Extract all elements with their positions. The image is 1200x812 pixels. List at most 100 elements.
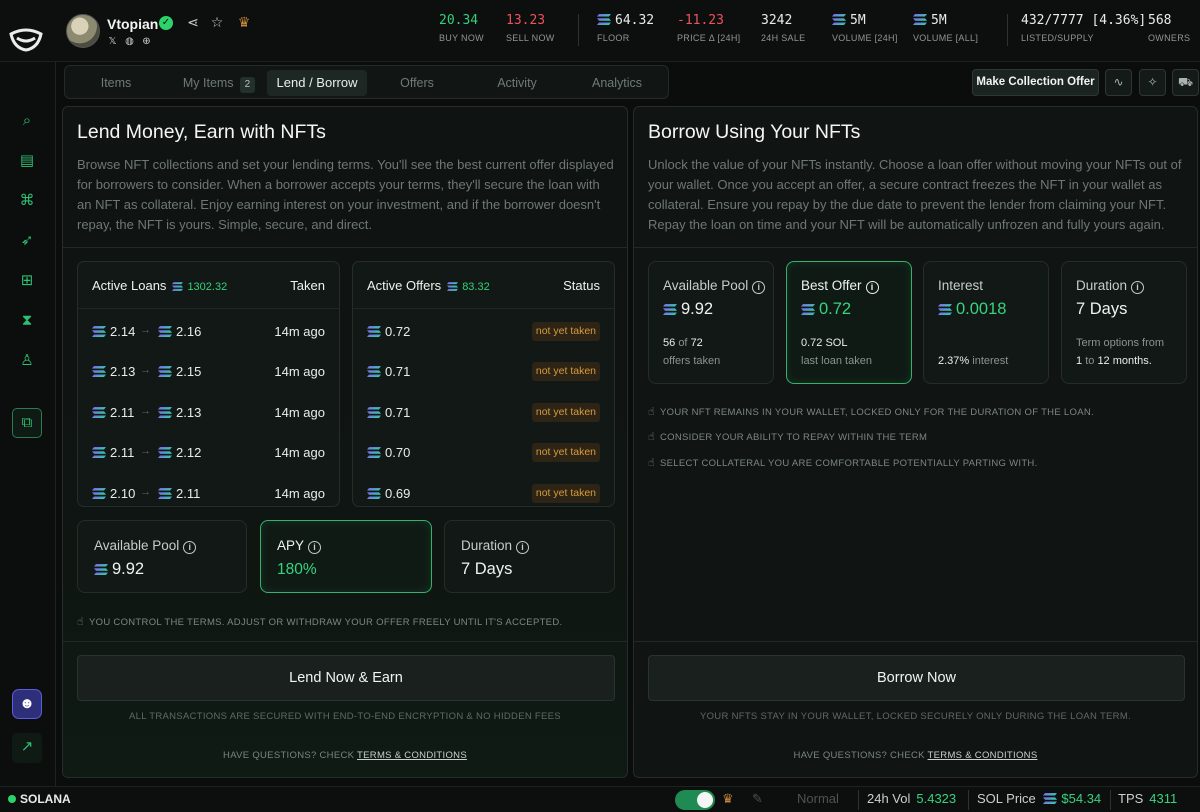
wallet-icon[interactable]: ▤: [16, 150, 38, 172]
gift-icon[interactable]: ⊞: [16, 270, 38, 292]
loan-row[interactable]: 2.11 → 2.12 14m ago: [92, 445, 325, 465]
divider: [63, 641, 627, 642]
apy-metric: APY i 180%: [260, 520, 432, 593]
lend-questions: HAVE QUESTIONS? CHECK TERMS & CONDITIONS: [223, 750, 467, 761]
verified-icon: ✓: [159, 16, 173, 30]
offer-row[interactable]: 0.71 not yet taken: [367, 362, 600, 384]
lend-borrow-nav-icon[interactable]: ⧉: [12, 408, 42, 438]
divider: [634, 247, 1197, 248]
star-icon[interactable]: ☆: [209, 14, 225, 30]
sol-icon: [913, 14, 927, 25]
stat-volume-all: 5M VOLUME [ALL]: [913, 13, 979, 43]
best-offer-metric[interactable]: Best Offer i 0.72 0.72 SOL last loan taken: [786, 261, 912, 384]
loan-row[interactable]: 2.10 → 2.11 14m ago: [92, 486, 325, 506]
stat-24h-sale: 3242 24H SALE: [761, 13, 806, 43]
network-indicator[interactable]: SOLANA: [8, 792, 71, 806]
stat-price-change: -11.23 PRICE Δ [24H]: [677, 13, 741, 43]
borrow-panel: Borrow Using Your NFTs Unlock the value …: [633, 106, 1198, 778]
hand-coin-icon: ☝: [648, 406, 655, 418]
borrow-now-button[interactable]: Borrow Now: [648, 655, 1185, 701]
sol-icon: [367, 488, 381, 499]
hourglass-icon[interactable]: ⧗: [16, 310, 38, 332]
available-pool-metric: Available Pool i 9.92: [77, 520, 247, 593]
sol-icon: [92, 447, 106, 458]
info-icon[interactable]: i: [865, 281, 879, 294]
borrow-questions: HAVE QUESTIONS? CHECK TERMS & CONDITIONS: [793, 750, 1038, 761]
info-icon[interactable]: i: [308, 541, 322, 554]
duration-metric: Duration i 7 Days: [444, 520, 615, 593]
offer-row[interactable]: 0.69 not yet taken: [367, 484, 600, 506]
arrow-right-icon: →: [140, 445, 151, 457]
lend-security-note: ALL TRANSACTIONS ARE SECURED WITH END-TO…: [129, 711, 561, 722]
stat-floor: 64.32 FLOOR: [597, 13, 655, 43]
loan-row[interactable]: 2.11 → 2.13 14m ago: [92, 405, 325, 425]
hand-coin-icon: ☝: [77, 616, 84, 628]
status-bar: SOLANA ♛ ✎ Normal 24h Vol 5.4323 SOL Pric…: [0, 786, 1200, 812]
arrow-up-right-icon[interactable]: ↗: [12, 733, 42, 763]
borrow-duration-metric: Duration i 7 Days Term options from 1 to 1…: [1061, 261, 1187, 384]
borrow-security-note: YOUR NFTS STAY IN YOUR WALLET, LOCKED SE…: [699, 711, 1132, 722]
info-icon[interactable]: i: [752, 281, 766, 294]
discord-icon[interactable]: ◍: [124, 36, 135, 47]
info-icon[interactable]: i: [1131, 281, 1145, 294]
sol-icon: [447, 282, 458, 291]
info-icon[interactable]: i: [516, 541, 530, 554]
twitter-icon[interactable]: 𝕏: [107, 36, 118, 47]
loan-row[interactable]: 2.13 → 2.15 14m ago: [92, 364, 325, 384]
tab-lend-borrow[interactable]: Lend / Borrow: [267, 70, 367, 96]
pen-icon[interactable]: ✎: [752, 791, 763, 811]
borrow-note: ☝ SELECT COLLATERAL YOU ARE COMFORTABLE P…: [648, 457, 1038, 469]
crown-icon[interactable]: ♛: [236, 14, 252, 30]
offer-row[interactable]: 0.71 not yet taken: [367, 403, 600, 425]
sol-icon: [158, 326, 172, 337]
offer-row[interactable]: 0.70 not yet taken: [367, 443, 600, 465]
tab-analytics[interactable]: Analytics: [571, 70, 663, 96]
search-icon[interactable]: ⌕: [16, 110, 38, 132]
tab-offers[interactable]: Offers: [371, 70, 463, 96]
loan-row[interactable]: 2.14 → 2.16 14m ago: [92, 324, 325, 344]
sweep-wand-icon[interactable]: ✧: [1139, 69, 1166, 96]
lend-terms-link[interactable]: TERMS & CONDITIONS: [357, 750, 467, 761]
stat-buy-now[interactable]: 20.34 BUY NOW: [439, 13, 484, 43]
status-badge: not yet taken: [531, 443, 600, 462]
make-collection-offer-button[interactable]: Make Collection Offer: [972, 69, 1099, 96]
sol-icon: [597, 14, 611, 25]
sol-icon: [367, 407, 381, 418]
share-icon[interactable]: ⋖: [185, 14, 201, 30]
divider: [78, 308, 339, 309]
tab-items[interactable]: Items: [71, 70, 161, 96]
sol-icon: [92, 407, 106, 418]
crown-icon[interactable]: ♛: [722, 791, 734, 811]
brand-logo-icon[interactable]: [8, 28, 44, 52]
stat-volume-24h: 5M VOLUME [24H]: [832, 13, 898, 43]
grid-icon[interactable]: ⌘: [16, 190, 38, 212]
sol-icon: [367, 326, 381, 337]
offer-row[interactable]: 0.72 not yet taken: [367, 322, 600, 344]
website-icon[interactable]: ⊕: [141, 36, 152, 47]
user-icon[interactable]: ♙: [16, 350, 38, 372]
collection-avatar[interactable]: [66, 14, 100, 48]
borrow-terms-link[interactable]: TERMS & CONDITIONS: [928, 750, 1038, 761]
sol-icon: [801, 304, 815, 315]
lend-terms-note: ☝ YOU CONTROL THE TERMS. ADJUST OR WITHDR…: [77, 616, 563, 628]
sol-icon: [94, 564, 108, 575]
status-badge: not yet taken: [531, 322, 600, 341]
info-icon[interactable]: i: [183, 541, 197, 554]
lend-now-button[interactable]: Lend Now & Earn: [77, 655, 615, 701]
network-status-icon: [8, 795, 16, 803]
status-badge: not yet taken: [531, 362, 600, 381]
sol-icon: [367, 366, 381, 377]
stat-sell-now[interactable]: 13.23 SELL NOW: [506, 13, 555, 43]
cart-icon[interactable]: ⛟: [1172, 69, 1199, 96]
borrow-available-pool-metric: Available Pool i 9.92 56 of 72 offers take…: [648, 261, 774, 384]
rocket-icon[interactable]: ➶: [16, 230, 38, 252]
tab-my-items[interactable]: My Items 2: [171, 70, 267, 96]
active-offers-card: Active Offers 83.32 Status 0.72 not yet t…: [352, 261, 615, 507]
activity-pulse-icon[interactable]: ∿: [1105, 69, 1132, 96]
active-loans-header: Active Loans 1302.32: [92, 278, 228, 293]
24h-volume: 24h Vol 5.4323: [867, 791, 957, 806]
tab-activity[interactable]: Activity: [471, 70, 563, 96]
mode-toggle[interactable]: [675, 790, 715, 810]
bot-icon[interactable]: ☻: [12, 689, 42, 719]
sol-icon: [92, 366, 106, 377]
